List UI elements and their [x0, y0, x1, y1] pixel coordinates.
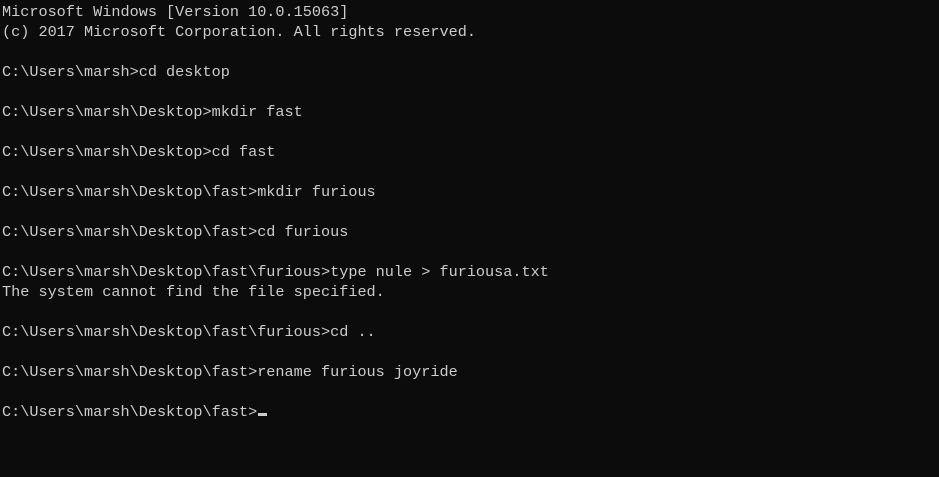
text-cursor — [258, 413, 268, 416]
console-line-command: C:\Users\marsh\Desktop\fast>cd furious — [2, 223, 349, 241]
console-line-command: C:\Users\marsh\Desktop>mkdir fast — [2, 103, 303, 121]
console-line-command: C:\Users\marsh\Desktop\fast>rename furio… — [2, 363, 458, 381]
console-line-banner-copyright: (c) 2017 Microsoft Corporation. All righ… — [2, 23, 476, 41]
console-prompt: C:\Users\marsh\Desktop\fast> — [2, 403, 258, 421]
console-line-banner-version: Microsoft Windows [Version 10.0.15063] — [2, 3, 349, 21]
console-line-command: C:\Users\marsh>cd desktop — [2, 63, 230, 81]
command-prompt-console[interactable]: Microsoft Windows [Version 10.0.15063] (… — [0, 0, 939, 477]
console-line-command: C:\Users\marsh\Desktop>cd fast — [2, 143, 276, 161]
console-input-line[interactable]: C:\Users\marsh\Desktop\fast> — [2, 402, 939, 422]
console-line-command: C:\Users\marsh\Desktop\fast\furious>type… — [2, 263, 549, 281]
console-line-error-output: The system cannot find the file specifie… — [2, 283, 385, 301]
console-line-command: C:\Users\marsh\Desktop\fast>mkdir furiou… — [2, 183, 376, 201]
console-line-command: C:\Users\marsh\Desktop\fast\furious>cd .… — [2, 323, 376, 341]
